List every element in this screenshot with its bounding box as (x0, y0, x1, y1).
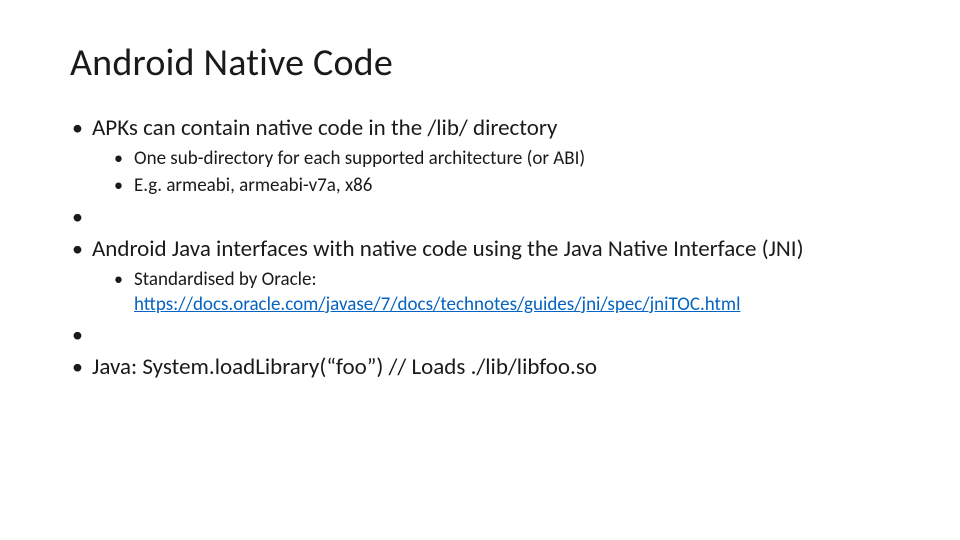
bullet-item: Java: System.loadLibrary(“foo”) // Loads… (70, 353, 900, 382)
bullet-item: APKs can contain native code in the /lib… (70, 114, 900, 199)
oracle-jni-link[interactable]: https://docs.oracle.com/javase/7/docs/te… (134, 293, 740, 316)
spacer (70, 321, 900, 349)
sub-bullet-text: E.g. armeabi, armeabi-v7a, x86 (134, 174, 372, 197)
slide: Android Native Code APKs can contain nat… (0, 0, 960, 540)
bullet-text: Java: System.loadLibrary(“foo”) // Loads… (92, 353, 597, 381)
spacer (70, 203, 900, 231)
sub-bullet-text: Standardised by Oracle: (134, 268, 317, 291)
sub-bullet-list: Standardised by Oracle: https://docs.ora… (92, 268, 900, 317)
bullet-list: APKs can contain native code in the /lib… (70, 114, 900, 382)
bullet-item: Android Java interfaces with native code… (70, 235, 900, 317)
sub-bullet-item: One sub-directory for each supported arc… (112, 147, 900, 172)
bullet-text: APKs can contain native code in the /lib… (92, 114, 557, 142)
sub-bullet-item: Standardised by Oracle: https://docs.ora… (112, 268, 900, 317)
sub-bullet-item: E.g. armeabi, armeabi-v7a, x86 (112, 174, 900, 199)
slide-title: Android Native Code (70, 40, 900, 86)
bullet-text: Android Java interfaces with native code… (92, 235, 804, 263)
sub-bullet-list: One sub-directory for each supported arc… (92, 147, 900, 199)
sub-bullet-text: One sub-directory for each supported arc… (134, 147, 585, 170)
